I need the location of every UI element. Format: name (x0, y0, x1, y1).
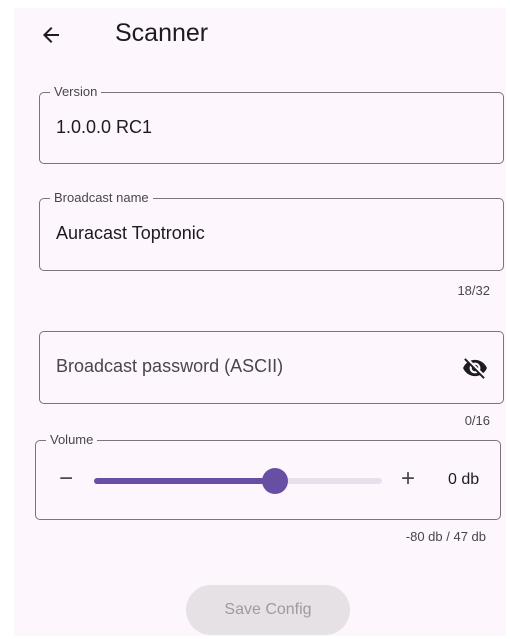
volume-increase-button[interactable]: + (396, 465, 420, 492)
volume-slider[interactable] (94, 468, 382, 494)
broadcast-password-field[interactable]: Broadcast password (ASCII) (39, 331, 504, 404)
volume-decrease-button[interactable]: − (54, 465, 78, 492)
broadcast-password-placeholder: Broadcast password (ASCII) (56, 356, 284, 376)
broadcast-password-counter: 0/16 (464, 413, 490, 428)
scanner-screen: Scanner Version 1.0.0.0 RC1 Broadcast na… (14, 8, 506, 636)
save-config-button[interactable]: Save Config (186, 585, 350, 635)
broadcast-name-field[interactable]: Broadcast name Auracast Toptronic (39, 190, 504, 271)
broadcast-name-counter: 18/32 (457, 283, 490, 298)
volume-value: 0 db (448, 471, 480, 488)
volume-slider-thumb[interactable] (262, 468, 289, 494)
eye-off-icon (463, 358, 487, 379)
volume-field-label: Volume (46, 432, 98, 448)
volume-range: -80 db / 47 db (405, 529, 486, 544)
page-title: Scanner (115, 19, 209, 47)
back-button[interactable] (36, 20, 66, 50)
broadcast-name-field-value: Auracast Toptronic (56, 223, 205, 243)
volume-slider-fill (94, 478, 276, 484)
version-field-value: 1.0.0.0 RC1 (56, 117, 153, 137)
version-field-label: Version (50, 84, 102, 100)
version-field[interactable]: Version 1.0.0.0 RC1 (39, 84, 504, 164)
arrow-left-icon (43, 27, 59, 43)
password-visibility-toggle[interactable] (461, 354, 489, 382)
app-bar: Scanner (14, 8, 506, 60)
broadcast-name-field-label: Broadcast name (50, 190, 153, 206)
volume-field: Volume − + 0 db (35, 432, 501, 520)
